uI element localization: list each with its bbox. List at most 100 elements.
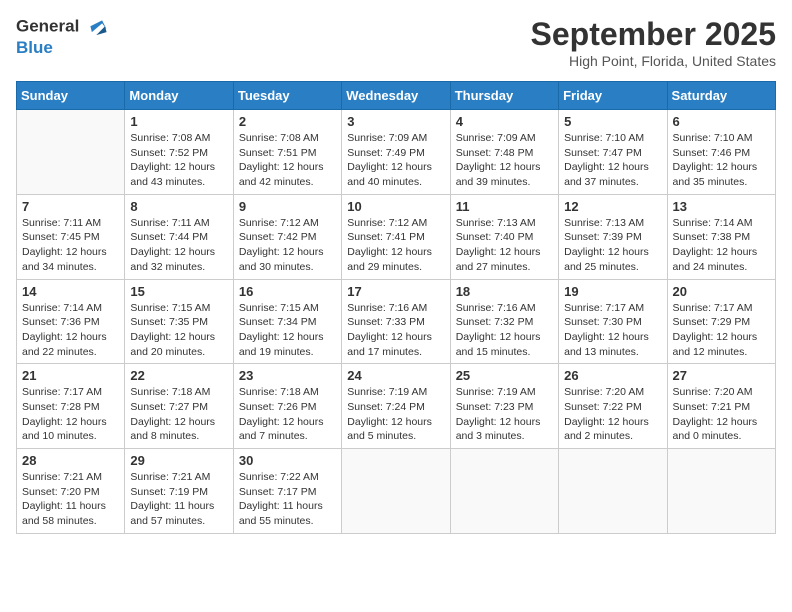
calendar-week-row: 14 Sunrise: 7:14 AM Sunset: 7:36 PM Dayli… xyxy=(17,279,776,364)
page-header: General Blue September 2025 High Point, … xyxy=(16,16,776,69)
cell-details: Sunrise: 7:12 AM Sunset: 7:41 PM Dayligh… xyxy=(347,216,444,275)
day-number: 20 xyxy=(673,284,770,299)
month-title: September 2025 xyxy=(531,16,776,53)
calendar-cell xyxy=(559,449,667,534)
cell-details: Sunrise: 7:19 AM Sunset: 7:24 PM Dayligh… xyxy=(347,385,444,444)
cell-details: Sunrise: 7:22 AM Sunset: 7:17 PM Dayligh… xyxy=(239,470,336,529)
location-subtitle: High Point, Florida, United States xyxy=(531,53,776,69)
calendar-cell xyxy=(667,449,775,534)
day-number: 17 xyxy=(347,284,444,299)
day-number: 26 xyxy=(564,368,661,383)
cell-details: Sunrise: 7:08 AM Sunset: 7:51 PM Dayligh… xyxy=(239,131,336,190)
cell-details: Sunrise: 7:15 AM Sunset: 7:35 PM Dayligh… xyxy=(130,301,227,360)
day-number: 16 xyxy=(239,284,336,299)
calendar-cell: 9 Sunrise: 7:12 AM Sunset: 7:42 PM Daylig… xyxy=(233,194,341,279)
day-number: 23 xyxy=(239,368,336,383)
calendar-cell xyxy=(342,449,450,534)
cell-details: Sunrise: 7:17 AM Sunset: 7:28 PM Dayligh… xyxy=(22,385,119,444)
day-number: 25 xyxy=(456,368,553,383)
calendar-cell: 1 Sunrise: 7:08 AM Sunset: 7:52 PM Daylig… xyxy=(125,110,233,195)
day-number: 27 xyxy=(673,368,770,383)
cell-details: Sunrise: 7:16 AM Sunset: 7:33 PM Dayligh… xyxy=(347,301,444,360)
calendar-cell xyxy=(450,449,558,534)
day-number: 1 xyxy=(130,114,227,129)
cell-details: Sunrise: 7:13 AM Sunset: 7:39 PM Dayligh… xyxy=(564,216,661,275)
cell-details: Sunrise: 7:13 AM Sunset: 7:40 PM Dayligh… xyxy=(456,216,553,275)
day-number: 30 xyxy=(239,453,336,468)
day-number: 13 xyxy=(673,199,770,214)
day-number: 4 xyxy=(456,114,553,129)
calendar-week-row: 28Sunrise: 7:21 AM Sunset: 7:20 PM Dayli… xyxy=(17,449,776,534)
cell-details: Sunrise: 7:18 AM Sunset: 7:27 PM Dayligh… xyxy=(130,385,227,444)
day-number: 12 xyxy=(564,199,661,214)
col-header-friday: Friday xyxy=(559,82,667,110)
cell-details: Sunrise: 7:18 AM Sunset: 7:26 PM Dayligh… xyxy=(239,385,336,444)
cell-details: Sunrise: 7:15 AM Sunset: 7:34 PM Dayligh… xyxy=(239,301,336,360)
calendar-cell: 7Sunrise: 7:11 AM Sunset: 7:45 PM Daylig… xyxy=(17,194,125,279)
cell-details: Sunrise: 7:10 AM Sunset: 7:46 PM Dayligh… xyxy=(673,131,770,190)
calendar-cell: 26 Sunrise: 7:20 AM Sunset: 7:22 PM Dayli… xyxy=(559,364,667,449)
calendar-cell: 10 Sunrise: 7:12 AM Sunset: 7:41 PM Dayli… xyxy=(342,194,450,279)
calendar-cell: 4 Sunrise: 7:09 AM Sunset: 7:48 PM Daylig… xyxy=(450,110,558,195)
logo-text: General Blue xyxy=(16,16,108,58)
day-number: 3 xyxy=(347,114,444,129)
cell-details: Sunrise: 7:16 AM Sunset: 7:32 PM Dayligh… xyxy=(456,301,553,360)
cell-details: Sunrise: 7:08 AM Sunset: 7:52 PM Dayligh… xyxy=(130,131,227,190)
calendar-cell: 8Sunrise: 7:11 AM Sunset: 7:44 PM Daylig… xyxy=(125,194,233,279)
cell-details: Sunrise: 7:17 AM Sunset: 7:29 PM Dayligh… xyxy=(673,301,770,360)
day-number: 18 xyxy=(456,284,553,299)
calendar-cell: 6Sunrise: 7:10 AM Sunset: 7:46 PM Daylig… xyxy=(667,110,775,195)
calendar-cell: 28Sunrise: 7:21 AM Sunset: 7:20 PM Dayli… xyxy=(17,449,125,534)
calendar-week-row: 21 Sunrise: 7:17 AM Sunset: 7:28 PM Dayli… xyxy=(17,364,776,449)
day-number: 9 xyxy=(239,199,336,214)
day-number: 11 xyxy=(456,199,553,214)
calendar-cell: 15 Sunrise: 7:15 AM Sunset: 7:35 PM Dayli… xyxy=(125,279,233,364)
calendar-cell: 11 Sunrise: 7:13 AM Sunset: 7:40 PM Dayli… xyxy=(450,194,558,279)
col-header-saturday: Saturday xyxy=(667,82,775,110)
calendar-cell xyxy=(17,110,125,195)
calendar-cell: 13 Sunrise: 7:14 AM Sunset: 7:38 PM Dayli… xyxy=(667,194,775,279)
calendar-cell: 23 Sunrise: 7:18 AM Sunset: 7:26 PM Dayli… xyxy=(233,364,341,449)
day-number: 29 xyxy=(130,453,227,468)
calendar-cell: 5Sunrise: 7:10 AM Sunset: 7:47 PM Daylig… xyxy=(559,110,667,195)
day-number: 14 xyxy=(22,284,119,299)
title-block: September 2025 High Point, Florida, Unit… xyxy=(531,16,776,69)
cell-details: Sunrise: 7:14 AM Sunset: 7:36 PM Dayligh… xyxy=(22,301,119,360)
day-number: 2 xyxy=(239,114,336,129)
calendar-cell: 14 Sunrise: 7:14 AM Sunset: 7:36 PM Dayli… xyxy=(17,279,125,364)
calendar-cell: 30 Sunrise: 7:22 AM Sunset: 7:17 PM Dayli… xyxy=(233,449,341,534)
cell-details: Sunrise: 7:14 AM Sunset: 7:38 PM Dayligh… xyxy=(673,216,770,275)
calendar-cell: 24 Sunrise: 7:19 AM Sunset: 7:24 PM Dayli… xyxy=(342,364,450,449)
calendar-cell: 12 Sunrise: 7:13 AM Sunset: 7:39 PM Dayli… xyxy=(559,194,667,279)
calendar-cell: 19Sunrise: 7:17 AM Sunset: 7:30 PM Dayli… xyxy=(559,279,667,364)
day-number: 10 xyxy=(347,199,444,214)
cell-details: Sunrise: 7:09 AM Sunset: 7:49 PM Dayligh… xyxy=(347,131,444,190)
cell-details: Sunrise: 7:20 AM Sunset: 7:22 PM Dayligh… xyxy=(564,385,661,444)
calendar-cell: 2 Sunrise: 7:08 AM Sunset: 7:51 PM Daylig… xyxy=(233,110,341,195)
day-number: 19 xyxy=(564,284,661,299)
day-number: 24 xyxy=(347,368,444,383)
cell-details: Sunrise: 7:19 AM Sunset: 7:23 PM Dayligh… xyxy=(456,385,553,444)
day-number: 21 xyxy=(22,368,119,383)
calendar-cell: 16 Sunrise: 7:15 AM Sunset: 7:34 PM Dayli… xyxy=(233,279,341,364)
calendar-cell: 17 Sunrise: 7:16 AM Sunset: 7:33 PM Dayli… xyxy=(342,279,450,364)
col-header-thursday: Thursday xyxy=(450,82,558,110)
calendar-cell: 18 Sunrise: 7:16 AM Sunset: 7:32 PM Dayli… xyxy=(450,279,558,364)
day-number: 28 xyxy=(22,453,119,468)
cell-details: Sunrise: 7:09 AM Sunset: 7:48 PM Dayligh… xyxy=(456,131,553,190)
cell-details: Sunrise: 7:12 AM Sunset: 7:42 PM Dayligh… xyxy=(239,216,336,275)
calendar-cell: 3 Sunrise: 7:09 AM Sunset: 7:49 PM Daylig… xyxy=(342,110,450,195)
calendar-cell: 27Sunrise: 7:20 AM Sunset: 7:21 PM Dayli… xyxy=(667,364,775,449)
calendar-header-row: SundayMondayTuesdayWednesdayThursdayFrid… xyxy=(17,82,776,110)
logo: General Blue xyxy=(16,16,108,58)
col-header-monday: Monday xyxy=(125,82,233,110)
cell-details: Sunrise: 7:21 AM Sunset: 7:19 PM Dayligh… xyxy=(130,470,227,529)
day-number: 15 xyxy=(130,284,227,299)
calendar-cell: 25 Sunrise: 7:19 AM Sunset: 7:23 PM Dayli… xyxy=(450,364,558,449)
day-number: 5 xyxy=(564,114,661,129)
day-number: 7 xyxy=(22,199,119,214)
calendar-cell: 21 Sunrise: 7:17 AM Sunset: 7:28 PM Dayli… xyxy=(17,364,125,449)
calendar-cell: 20 Sunrise: 7:17 AM Sunset: 7:29 PM Dayli… xyxy=(667,279,775,364)
calendar-table: SundayMondayTuesdayWednesdayThursdayFrid… xyxy=(16,81,776,534)
col-header-tuesday: Tuesday xyxy=(233,82,341,110)
